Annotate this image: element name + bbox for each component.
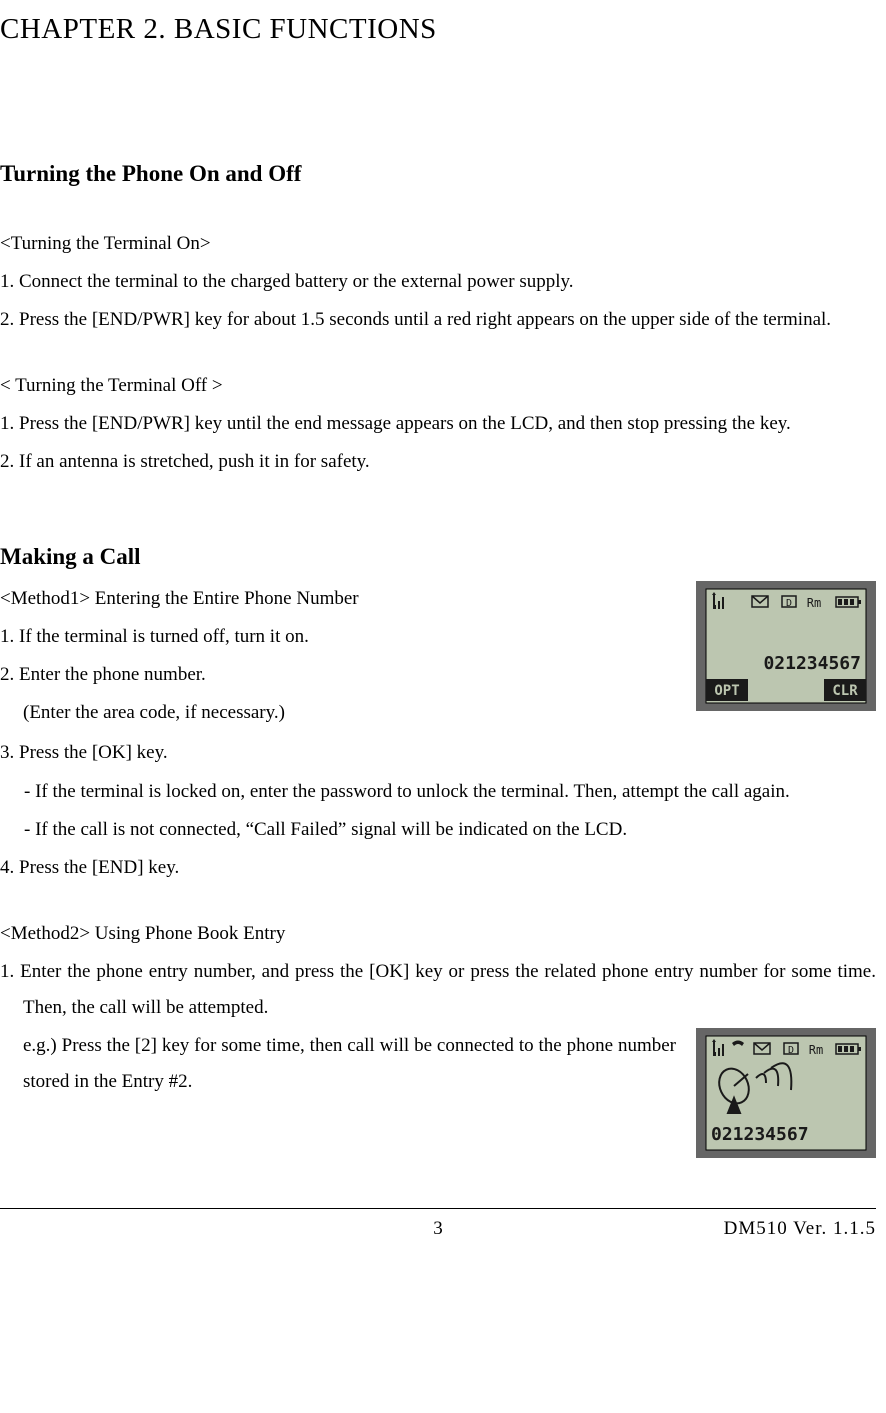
step-on-2: 2. Press the [END/PWR] key for about 1.5… [0,302,876,338]
subheading-turn-on: <Turning the Terminal On> [0,226,876,262]
lcd2-number: 021234567 [711,1124,809,1145]
lcd-figure-2: D Rm 021234567 [696,1028,876,1158]
svg-text:Rm: Rm [809,1043,823,1057]
model-version: DM510 Ver. 1.1.5 [584,1211,876,1247]
m1-step-4: 4. Press the [END] key. [0,850,876,886]
method2-heading: <Method2> Using Phone Book Entry [0,916,876,952]
m1-step-3-b1: - If the terminal is locked on, enter th… [0,774,876,810]
m2-step-1: 1. Enter the phone entry number, and pre… [0,954,876,1026]
svg-text:Rm: Rm [807,596,821,610]
section-heading-call: Making a Call [0,535,876,579]
m1-step-3-b2: - If the call is not connected, “Call Fa… [0,812,876,848]
svg-text:D: D [786,598,792,609]
svg-text:D: D [788,1045,794,1056]
page-number: 3 [292,1211,584,1247]
step-on-1: 1. Connect the terminal to the charged b… [0,264,876,300]
step-off-2: 2. If an antenna is stretched, push it i… [0,444,876,480]
lcd-figure-1: D Rm 021234567 OPT CLR [696,581,876,711]
section-heading-power: Turning the Phone On and Off [0,152,876,196]
lcd1-clr: CLR [832,683,858,699]
chapter-title: CHAPTER 2. BASIC FUNCTIONS [0,2,876,57]
lcd1-number: 021234567 [763,653,861,674]
page-footer: 3 DM510 Ver. 1.1.5 [0,1208,876,1247]
step-off-1: 1. Press the [END/PWR] key until the end… [0,406,876,442]
lcd1-opt: OPT [714,683,739,699]
m1-step-3: 3. Press the [OK] key. [0,735,876,771]
subheading-turn-off: < Turning the Terminal Off > [0,368,876,404]
